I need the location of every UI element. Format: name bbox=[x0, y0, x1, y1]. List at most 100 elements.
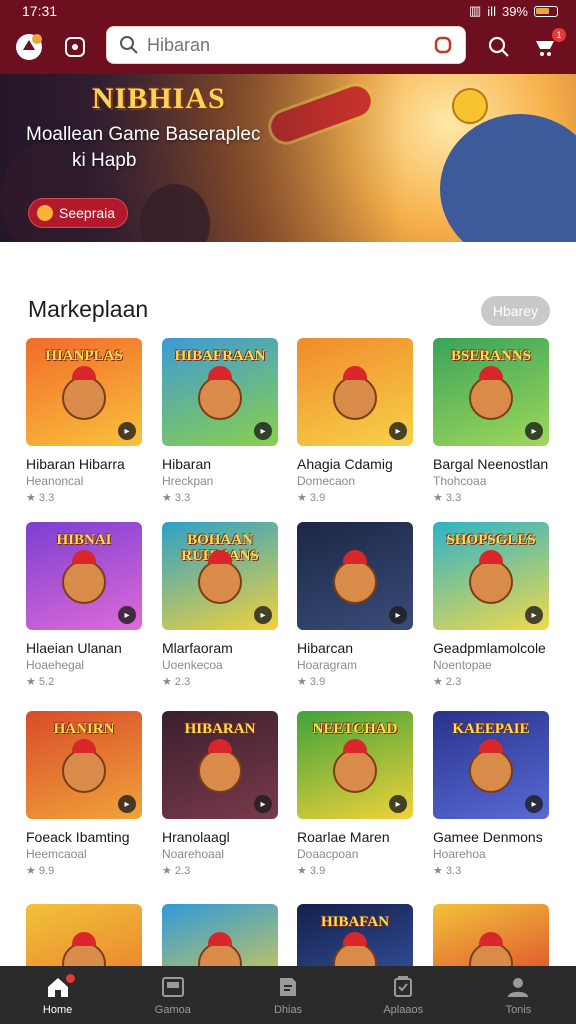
play-icon[interactable]: ▸ bbox=[389, 422, 407, 440]
game-banner-text: HIBAFAN bbox=[320, 914, 390, 930]
game-character-image bbox=[62, 739, 106, 793]
game-banner-text: HIBAFRAAN bbox=[174, 348, 266, 364]
hero-banner[interactable]: NIBHIAS Moallean Game Baseraplec ki Hapb… bbox=[0, 74, 576, 242]
game-rating: ★ 2.3 bbox=[162, 676, 191, 688]
status-bar: 17:31 ▥ ill 39% bbox=[0, 0, 576, 22]
game-banner-text: NEETCHAD bbox=[312, 721, 398, 737]
game-title: Ahagia Cdamig bbox=[297, 456, 393, 472]
camera-icon[interactable] bbox=[433, 35, 453, 55]
nav-deals-label: Dhias bbox=[273, 1004, 303, 1016]
game-card[interactable]: BOHAAN RUHMANS▸ Mlarfaoram Uoenkecoa ★ 2.3 bbox=[162, 522, 280, 688]
game-rating: ★ 3.9 bbox=[297, 676, 326, 688]
game-banner-text: BSERANNS bbox=[450, 348, 532, 364]
game-card[interactable]: HANIRN ▸ Foeack Ibamting Heemcaoal ★ 9.9 bbox=[26, 711, 144, 877]
game-thumbnail[interactable]: KAEEPAIE ▸ bbox=[433, 711, 549, 819]
play-icon[interactable]: ▸ bbox=[254, 795, 272, 813]
game-subtitle: Heanoncal bbox=[26, 474, 84, 488]
game-character-image bbox=[469, 550, 513, 604]
game-card[interactable]: SHOPSGLES ▸ Geadpmlamolcole Noentopae ★ 2.3 bbox=[433, 522, 551, 688]
search-icon bbox=[120, 36, 138, 54]
game-title: Geadpmlamolcole bbox=[433, 640, 546, 656]
game-rating: ★ 3.9 bbox=[297, 492, 326, 504]
search-input[interactable] bbox=[147, 34, 433, 56]
game-rating: ★ 9.9 bbox=[26, 865, 55, 877]
hero-logo: NIBHIAS bbox=[92, 82, 226, 115]
status-time: 17:31 bbox=[22, 3, 58, 19]
play-icon[interactable]: ▸ bbox=[525, 795, 543, 813]
home-badge bbox=[66, 974, 75, 983]
game-thumbnail[interactable]: HIBARAN ▸ bbox=[162, 711, 278, 819]
search-bar[interactable] bbox=[106, 26, 466, 64]
game-title: Gamee Denmons bbox=[433, 829, 543, 845]
game-thumbnail[interactable]: BOHAAN RUHMANS▸ bbox=[162, 522, 278, 630]
game-title: Bargal Neenostlan bbox=[433, 456, 549, 472]
play-icon[interactable]: ▸ bbox=[118, 606, 136, 624]
apps-icon bbox=[394, 976, 413, 997]
game-card[interactable]: HIANPLAS ▸ Hibaran Hibarra Heanoncal ★ 3.3 bbox=[26, 338, 144, 504]
game-thumbnail[interactable]: HIANPLAS ▸ bbox=[26, 338, 142, 446]
game-banner-text: HIANPLAS bbox=[45, 348, 123, 364]
notifications-button[interactable] bbox=[60, 32, 90, 62]
game-card[interactable]: HIBNAI ▸ Hlaeian Ulanan Hoaehegal ★ 5.2 bbox=[26, 522, 144, 688]
game-subtitle: Domecaon bbox=[297, 474, 356, 488]
game-thumbnail[interactable]: SHOPSGLES ▸ bbox=[433, 522, 549, 630]
game-thumbnail[interactable]: NEETCHAD ▸ bbox=[297, 711, 413, 819]
games-icon bbox=[161, 977, 184, 997]
game-banner-text: KAEEPAIE bbox=[452, 721, 530, 737]
app-screen: 17:31 ▥ ill 39% Hibaran 1 NIBHIAS Moalle… bbox=[0, 0, 576, 1024]
game-character-image bbox=[469, 739, 513, 793]
game-thumbnail[interactable]: HIBNAI ▸ bbox=[26, 522, 142, 630]
game-card[interactable]: NEETCHAD ▸ Roarlae Maren Doaacpoan ★ 3.9 bbox=[297, 711, 415, 877]
cart-button[interactable]: 1 bbox=[530, 28, 566, 62]
game-card[interactable]: ▸ Hibarcan Hoaragram ★ 3.9 bbox=[297, 522, 415, 688]
game-title: Mlarfaoram bbox=[162, 640, 233, 656]
game-character-image bbox=[62, 366, 106, 420]
nav-home[interactable]: Home bbox=[0, 966, 115, 1024]
hero-title-line1: Moallean Game Baseraplec bbox=[26, 124, 261, 145]
game-rating: ★ 5.2 bbox=[26, 676, 55, 688]
game-thumbnail[interactable]: HANIRN ▸ bbox=[26, 711, 142, 819]
nav-profile[interactable]: Tonis bbox=[461, 966, 576, 1024]
nav-profile-label: Tonis bbox=[505, 1004, 532, 1016]
game-thumbnail[interactable]: ▸ bbox=[297, 338, 413, 446]
game-card[interactable]: BSERANNS ▸ Bargal Neenostlan Thohcoaa ★ 3.3 bbox=[433, 338, 551, 504]
game-rating: ★ 2.3 bbox=[162, 865, 191, 877]
game-subtitle: Heemcaoal bbox=[26, 847, 87, 861]
game-thumbnail[interactable]: ▸ bbox=[297, 522, 413, 630]
play-icon[interactable]: ▸ bbox=[525, 422, 543, 440]
game-thumbnail[interactable]: BSERANNS ▸ bbox=[433, 338, 549, 446]
game-card[interactable]: KAEEPAIE ▸ Gamee Denmons Hoarehoa ★ 3.3 bbox=[433, 711, 551, 877]
coin-icon bbox=[37, 205, 53, 221]
see-all-button[interactable]: Hbarey bbox=[480, 296, 550, 326]
play-icon[interactable]: ▸ bbox=[389, 795, 407, 813]
play-icon[interactable]: ▸ bbox=[118, 422, 136, 440]
game-card[interactable]: HIBAFRAAN ▸ Hibaran Hreckpan ★ 3.3 bbox=[162, 338, 280, 504]
game-subtitle: Hoaehegal bbox=[26, 658, 85, 672]
game-thumbnail[interactable]: HIBAFRAAN ▸ bbox=[162, 338, 278, 446]
nav-deals[interactable]: Dhias bbox=[230, 966, 345, 1024]
game-card[interactable]: HIBARAN ▸ Hranolaagl Noarehoaal ★ 2.3 bbox=[162, 711, 280, 877]
game-banner-text: HANIRN bbox=[53, 721, 115, 737]
game-banner-text: HIBARAN bbox=[184, 721, 256, 737]
play-icon[interactable]: ▸ bbox=[525, 606, 543, 624]
game-subtitle: Doaacpoan bbox=[297, 847, 359, 861]
play-icon[interactable]: ▸ bbox=[254, 422, 272, 440]
hero-cta-label: Seepraia bbox=[59, 205, 116, 221]
search-button[interactable] bbox=[484, 32, 514, 62]
game-title: Hlaeian Ulanan bbox=[26, 640, 122, 656]
play-icon[interactable]: ▸ bbox=[389, 606, 407, 624]
app-logo-button[interactable] bbox=[14, 32, 44, 62]
section-title: Markeplaan bbox=[28, 296, 149, 322]
game-rating: ★ 3.3 bbox=[433, 492, 462, 504]
game-card[interactable]: ▸ Ahagia Cdamig Domecaon ★ 3.9 bbox=[297, 338, 415, 504]
nav-apps[interactable]: Aplaaos bbox=[346, 966, 461, 1024]
game-character-image bbox=[198, 739, 242, 793]
wifi-icon: ▥ bbox=[469, 3, 482, 18]
play-icon[interactable]: ▸ bbox=[254, 606, 272, 624]
hero-cta-button[interactable]: Seepraia bbox=[28, 198, 129, 228]
nav-games[interactable]: Gamoa bbox=[115, 966, 230, 1024]
play-icon[interactable]: ▸ bbox=[118, 795, 136, 813]
game-subtitle: Hoaragram bbox=[297, 658, 358, 672]
app-logo-icon bbox=[16, 34, 42, 60]
game-title: Hranolaagl bbox=[162, 829, 230, 845]
